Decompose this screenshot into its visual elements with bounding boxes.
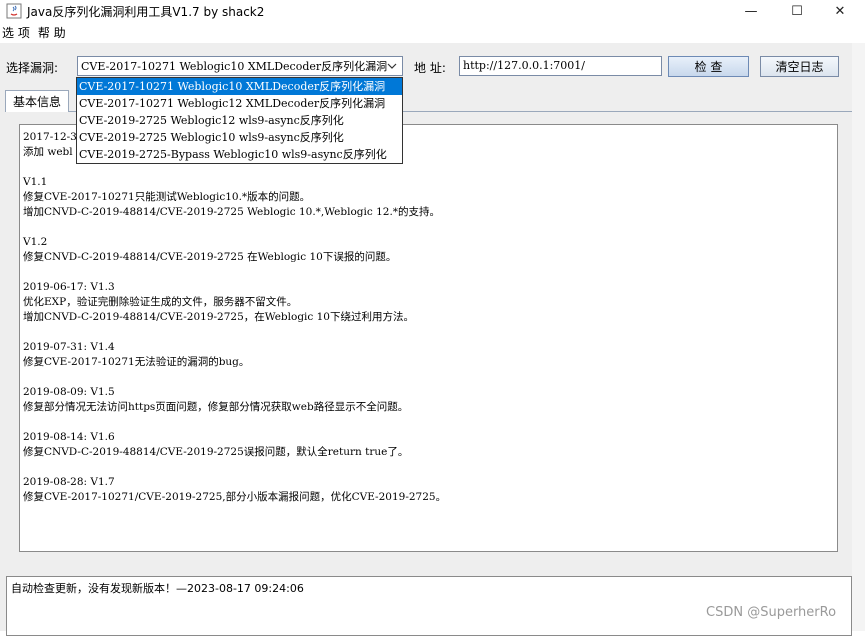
info-line bbox=[23, 325, 834, 340]
info-line: V1.1 bbox=[23, 176, 48, 188]
info-line: 2019-06-17: V1.3 bbox=[23, 281, 115, 293]
info-textarea[interactable]: 2017-12-3 添加 webl V1.1 修复CVE-2017-10271只能测试… bbox=[19, 124, 838, 552]
dropdown-option[interactable]: CVE-2017-10271 Weblogic10 XMLDecoder反序列化… bbox=[77, 78, 402, 95]
log-line: 自动检查更新，没有发现新版本！—2023-08-17 09:24:06 bbox=[11, 582, 304, 595]
info-line: 2019-07-31: V1.4 bbox=[23, 341, 115, 353]
close-button[interactable]: ✕ bbox=[817, 0, 863, 22]
address-label: 地 址: bbox=[414, 61, 446, 75]
dropdown-option[interactable]: CVE-2019-2725 Weblogic10 wls9-async反序列化 bbox=[77, 129, 402, 146]
window-title: Java反序列化漏洞利用工具V1.7 by shack2 bbox=[27, 4, 265, 19]
info-line bbox=[23, 460, 834, 475]
info-line: 优化EXP，验证完删除验证生成的文件，服务器不留文件。 bbox=[23, 296, 298, 308]
vuln-label: 选择漏洞: bbox=[6, 61, 59, 75]
info-line: 修复CVE-2017-10271/CVE-2019-2725,部分小版本漏报问题… bbox=[23, 491, 447, 503]
chevron-down-icon[interactable] bbox=[385, 59, 399, 73]
info-line: 2019-08-28: V1.7 bbox=[23, 476, 115, 488]
info-line: 修复CVE-2017-10271无法验证的漏洞的bug。 bbox=[23, 356, 250, 368]
dropdown-option[interactable]: CVE-2017-10271 Weblogic12 XMLDecoder反序列化… bbox=[77, 95, 402, 112]
info-line: 修复CNVD-C-2019-48814/CVE-2019-2725 在Weblo… bbox=[23, 251, 397, 263]
info-line: 修复部分情况无法访问https页面问题，修复部分情况获取web路径显示不全问题。 bbox=[23, 401, 409, 413]
vuln-select-value: CVE-2017-10271 Weblogic10 XMLDecoder反序列化… bbox=[81, 60, 388, 73]
java-app-icon bbox=[6, 3, 22, 19]
info-line bbox=[23, 220, 834, 235]
dropdown-option[interactable]: CVE-2019-2725 Weblogic12 wls9-async反序列化 bbox=[77, 112, 402, 129]
info-line: 2019-08-14: V1.6 bbox=[23, 431, 115, 443]
tab-basic-info[interactable]: 基本信息 bbox=[5, 90, 69, 112]
info-line bbox=[23, 415, 834, 430]
menu-bar: 选 项 帮 助 bbox=[0, 22, 865, 43]
vuln-select[interactable]: CVE-2017-10271 Weblogic10 XMLDecoder反序列化… bbox=[77, 56, 403, 76]
clear-log-button[interactable]: 清空日志 bbox=[760, 56, 839, 77]
minimize-button[interactable]: — bbox=[728, 0, 774, 22]
check-button[interactable]: 检 查 bbox=[668, 56, 749, 77]
info-line bbox=[23, 370, 834, 385]
info-line: 修复CNVD-C-2019-48814/CVE-2019-2725误报问题，默认… bbox=[23, 446, 409, 458]
address-input[interactable]: http://127.0.0.1:7001/ bbox=[459, 56, 662, 76]
info-line: 增加CNVD-C-2019-48814/CVE-2019-2725，在Weblo… bbox=[23, 311, 414, 323]
maximize-button[interactable]: ☐ bbox=[774, 0, 820, 22]
vuln-dropdown-list: CVE-2017-10271 Weblogic10 XMLDecoder反序列化… bbox=[76, 77, 403, 164]
info-line: V1.2 bbox=[23, 236, 48, 248]
menu-help[interactable]: 帮 助 bbox=[38, 24, 66, 41]
watermark: CSDN @SuperherRo bbox=[706, 605, 837, 620]
info-line: 2019-08-09: V1.5 bbox=[23, 386, 115, 398]
dropdown-option[interactable]: CVE-2019-2725-Bypass Weblogic10 wls9-asy… bbox=[77, 146, 402, 163]
info-line bbox=[23, 265, 834, 280]
menu-options[interactable]: 选 项 bbox=[2, 24, 30, 41]
info-line: 增加CNVD-C-2019-48814/CVE-2019-2725 Weblog… bbox=[23, 206, 441, 218]
window-edge bbox=[852, 43, 865, 631]
info-line: 修复CVE-2017-10271只能测试Weblogic10.*版本的问题。 bbox=[23, 191, 311, 203]
